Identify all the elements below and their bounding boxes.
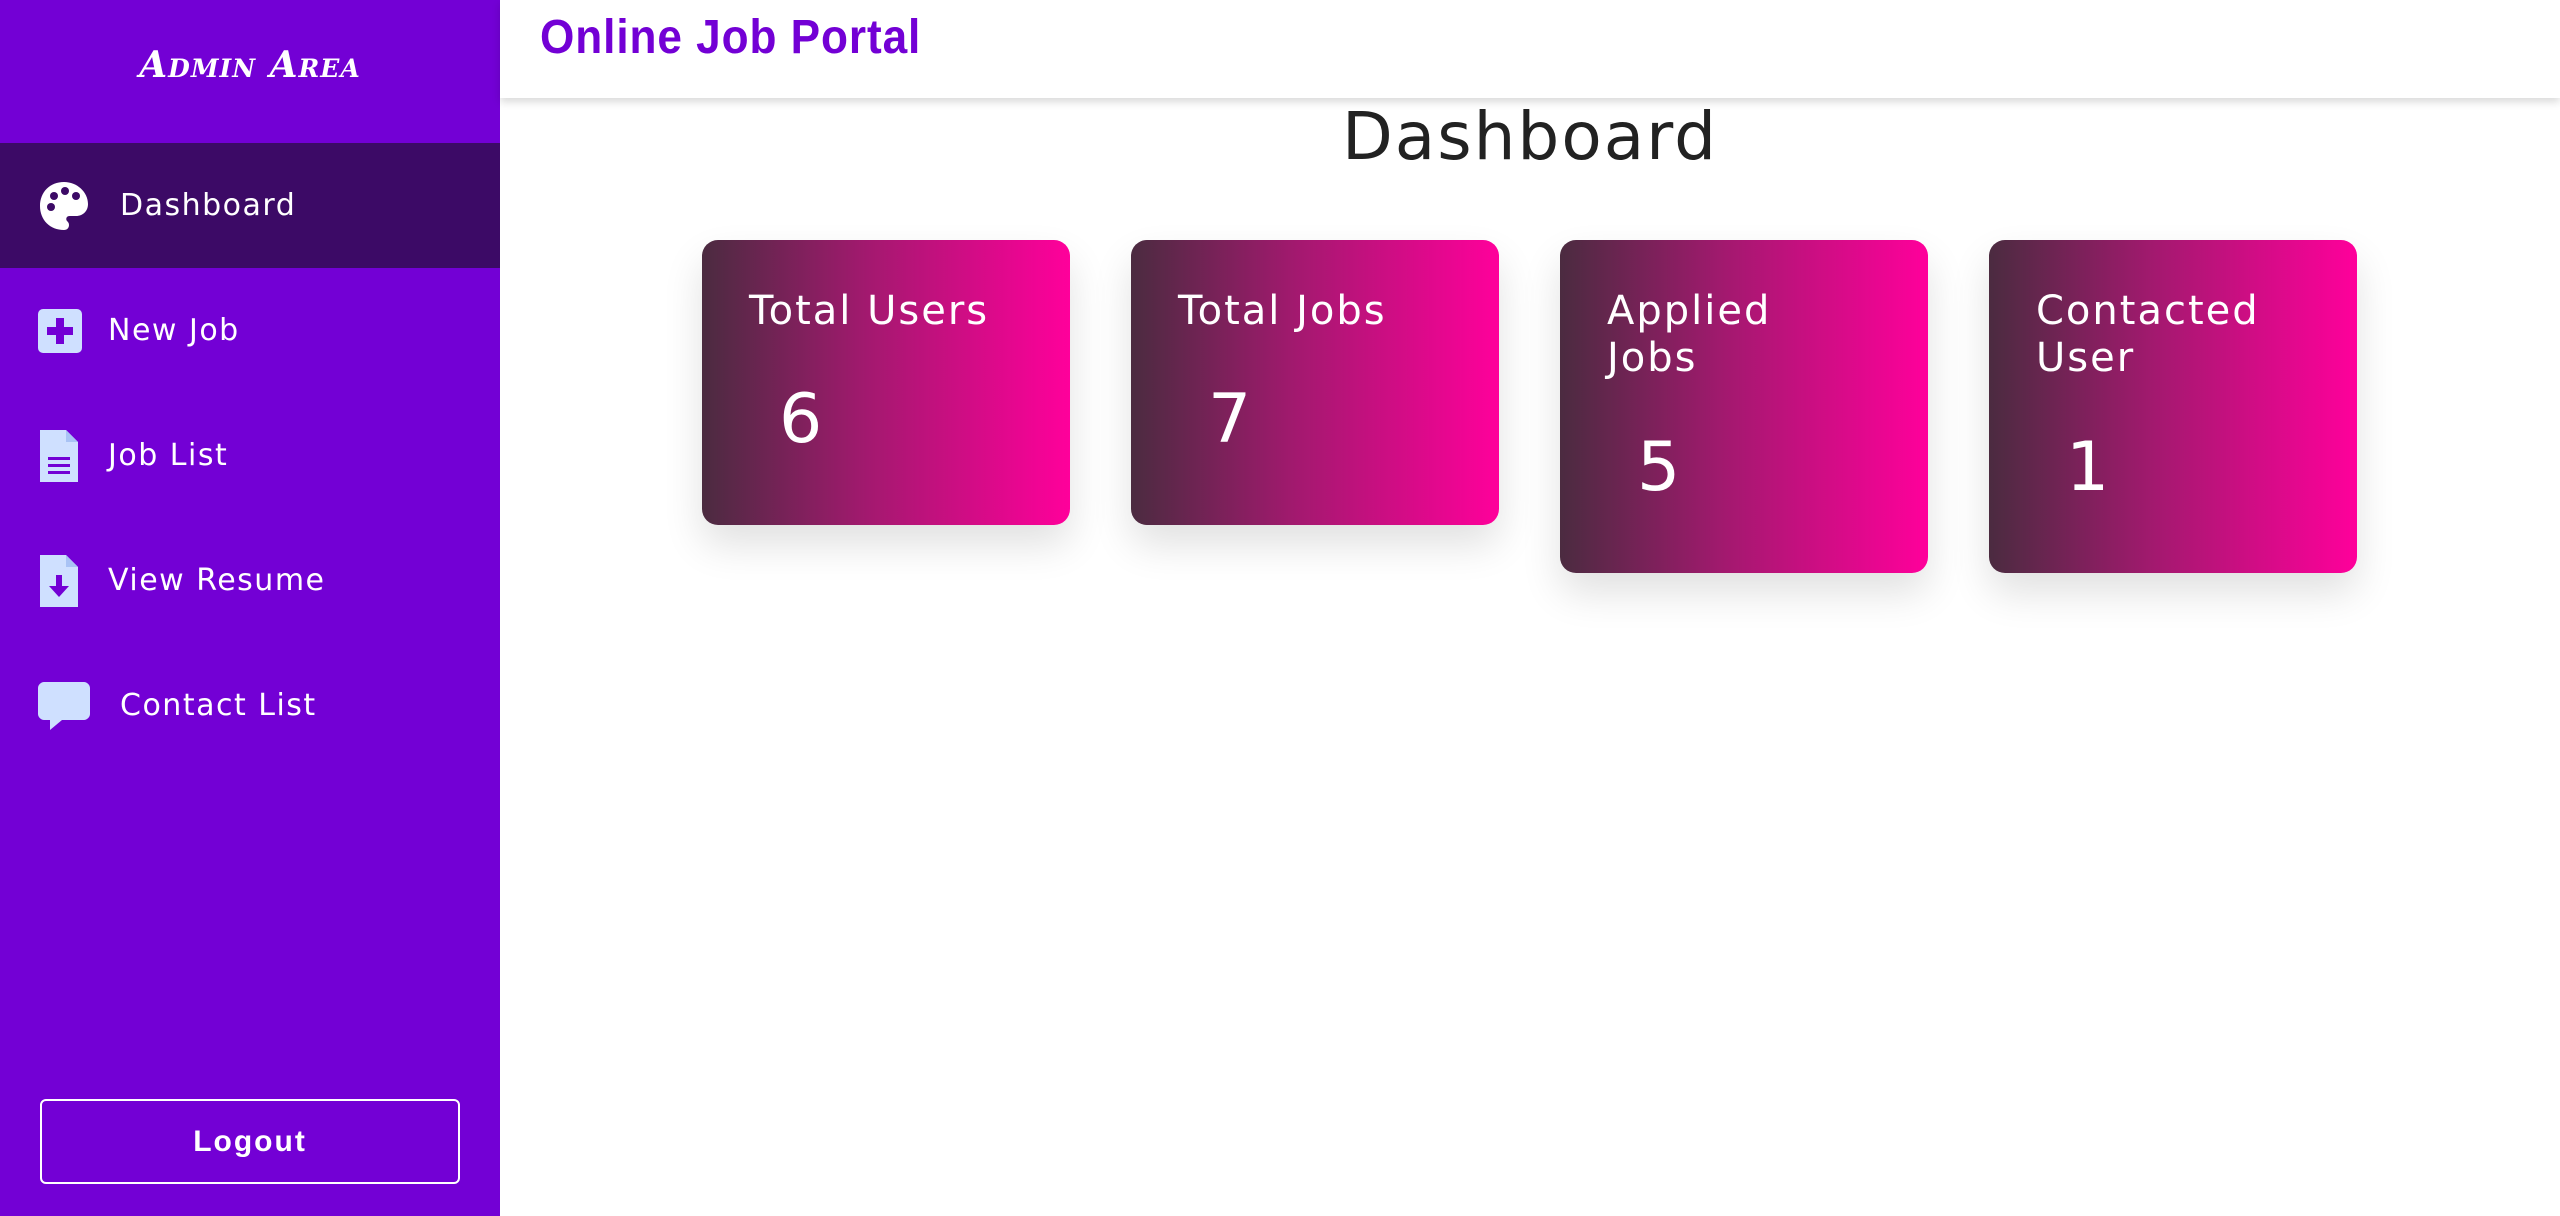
stat-card-total-jobs[interactable]: Total Jobs 7: [1131, 240, 1499, 525]
logout-button[interactable]: Logout: [40, 1099, 460, 1184]
sidebar-item-label: Contact List: [120, 688, 317, 723]
stat-card-label: Applied Jobs: [1607, 288, 1772, 381]
sidebar-item-new-job[interactable]: New Job: [0, 268, 500, 393]
stat-card-applied-jobs[interactable]: Applied Jobs 5: [1560, 240, 1928, 573]
sidebar-item-dashboard[interactable]: Dashboard: [0, 143, 500, 268]
sidebar-item-label: View Resume: [108, 563, 326, 598]
stat-card-value: 1: [2066, 428, 2110, 507]
sidebar-item-view-resume[interactable]: View Resume: [0, 518, 500, 643]
document-icon: [38, 429, 82, 482]
sidebar-item-job-list[interactable]: Job List: [0, 393, 500, 518]
stat-card-value: 7: [1208, 380, 1252, 459]
stat-card-total-users[interactable]: Total Users 6: [702, 240, 1070, 525]
sidebar-nav: Dashboard New Job Job List View Resume C…: [0, 143, 500, 768]
sidebar: Admin Area Dashboard New Job Job List Vi…: [0, 0, 500, 1216]
plus-square-icon: [38, 305, 82, 357]
page-title: Dashboard: [1341, 98, 1719, 175]
sidebar-item-contact-list[interactable]: Contact List: [0, 643, 500, 768]
stat-card-label: Contacted User: [2036, 288, 2260, 381]
top-bar: Online Job Portal: [500, 0, 2560, 98]
sidebar-item-label: Dashboard: [120, 188, 297, 223]
stat-card-value: 5: [1637, 428, 1681, 507]
stat-card-label: Total Users: [749, 288, 990, 334]
sidebar-item-label: Job List: [108, 438, 229, 473]
sidebar-item-label: New Job: [108, 313, 240, 348]
palette-icon: [38, 180, 90, 232]
stat-card-contacted-user[interactable]: Contacted User 1: [1989, 240, 2357, 573]
stat-card-value: 6: [779, 380, 823, 459]
portal-title[interactable]: Online Job Portal: [540, 10, 921, 65]
chat-bubble-icon: [38, 680, 90, 732]
file-download-icon: [38, 554, 82, 607]
stat-card-label: Total Jobs: [1178, 288, 1387, 334]
sidebar-brand: Admin Area: [139, 44, 361, 86]
